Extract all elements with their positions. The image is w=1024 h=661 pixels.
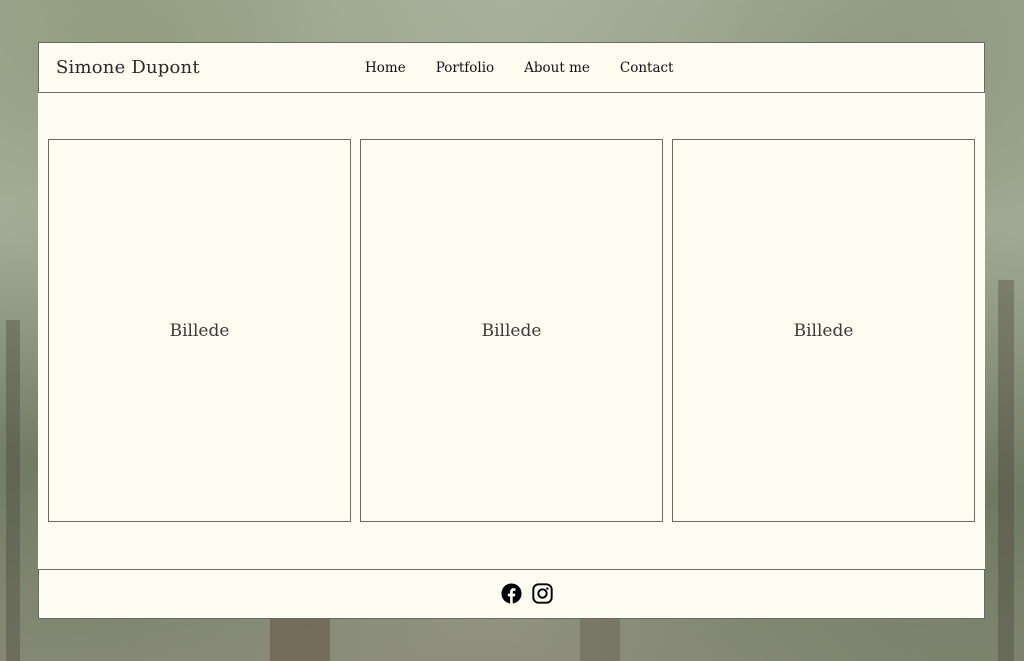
site-title[interactable]: Simone Dupont (56, 57, 200, 78)
social-links (501, 583, 553, 604)
gallery-image-placeholder[interactable]: Billede (360, 139, 663, 522)
nav-about-me[interactable]: About me (524, 60, 590, 76)
image-placeholder-label: Billede (169, 320, 230, 341)
image-placeholder-label: Billede (793, 320, 854, 341)
background-tree-trunk (998, 280, 1014, 661)
page-card: Simone Dupont Home Portfolio About me Co… (38, 42, 985, 619)
background-tree-trunk (270, 619, 330, 661)
nav-portfolio[interactable]: Portfolio (436, 60, 494, 76)
background-tree-trunk (580, 619, 620, 661)
site-header: Simone Dupont Home Portfolio About me Co… (38, 42, 985, 93)
instagram-icon[interactable] (532, 583, 553, 604)
gallery-image-placeholder[interactable]: Billede (672, 139, 975, 522)
facebook-icon[interactable] (501, 583, 522, 604)
image-placeholder-label: Billede (481, 320, 542, 341)
background-tree-trunk (6, 320, 20, 661)
main-nav: Home Portfolio About me Contact (365, 60, 704, 76)
site-footer (38, 569, 985, 619)
nav-contact[interactable]: Contact (620, 60, 674, 76)
gallery-image-placeholder[interactable]: Billede (48, 139, 351, 522)
nav-home[interactable]: Home (365, 60, 406, 76)
